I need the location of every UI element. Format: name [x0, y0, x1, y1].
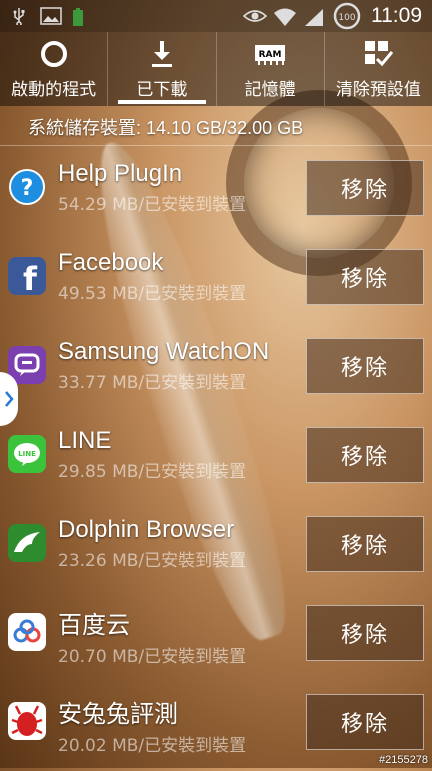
tab-label: 已下載 — [136, 79, 188, 100]
list-item[interactable]: f Facebook 49.53 MB/已安裝到裝置 移除 — [0, 237, 432, 326]
clear-defaults-icon — [362, 39, 394, 69]
list-item[interactable]: Dolphin Browser 23.26 MB/已安裝到裝置 移除 — [0, 504, 432, 593]
app-size: 49.53 MB/已安裝到裝置 — [58, 284, 247, 304]
battery-100-icon: 100 — [333, 2, 361, 30]
app-name: 安兔兔評測 — [58, 701, 178, 728]
list-item[interactable]: LINE LINE 29.85 MB/已安裝到裝置 移除 — [0, 415, 432, 504]
tab-memory[interactable]: RAM 記憶體 — [217, 32, 325, 106]
tab-clear-defaults[interactable]: 清除預設值 — [325, 32, 432, 106]
watermark: #2155278 — [379, 754, 428, 766]
dolphin-icon — [8, 524, 46, 562]
app-name: Help PlugIn — [58, 160, 183, 187]
usb-icon — [10, 7, 30, 27]
svg-text:f: f — [23, 260, 38, 295]
app-name: Dolphin Browser — [58, 516, 235, 543]
eye-icon — [242, 7, 268, 25]
svg-text:?: ? — [21, 176, 34, 201]
wifi-icon — [273, 7, 296, 26]
app-size: 20.02 MB/已安裝到裝置 — [58, 736, 247, 756]
list-item[interactable]: 百度云 20.70 MB/已安裝到裝置 移除 — [0, 593, 432, 682]
signal-icon — [303, 7, 323, 26]
app-size: 54.29 MB/已安裝到裝置 — [58, 195, 247, 215]
facebook-icon: f — [8, 257, 46, 295]
list-item[interactable]: 安兔兔評測 20.02 MB/已安裝到裝置 移除 — [0, 682, 432, 771]
battery-saver-icon — [70, 7, 90, 26]
remove-button[interactable]: 移除 — [306, 249, 424, 305]
app-list: ? Help PlugIn 54.29 MB/已安裝到裝置 移除 f Faceb… — [0, 148, 432, 771]
ram-icon: RAM — [252, 39, 288, 69]
remove-button[interactable]: 移除 — [306, 516, 424, 572]
help-plugin-icon: ? — [8, 168, 46, 206]
tab-label: 啟動的程式 — [11, 79, 97, 100]
app-size: 29.85 MB/已安裝到裝置 — [58, 462, 247, 482]
tab-label: 清除預設值 — [335, 79, 421, 100]
remove-button[interactable]: 移除 — [306, 694, 424, 750]
tab-running-apps[interactable]: 啟動的程式 — [0, 32, 109, 106]
app-name: LINE — [58, 427, 112, 454]
antutu-icon — [8, 702, 46, 740]
image-icon — [40, 7, 62, 25]
remove-button[interactable]: 移除 — [306, 427, 424, 483]
app-name: Facebook — [58, 249, 164, 276]
line-icon: LINE — [8, 435, 46, 473]
tab-bar: 啟動的程式 已下載 RAM 記憶體 清除預設值 — [0, 32, 432, 106]
chevron-right-icon — [5, 391, 14, 407]
battery-label: 100 — [338, 13, 355, 23]
tab-label: 記憶體 — [244, 79, 296, 100]
tab-downloaded[interactable]: 已下載 — [108, 32, 217, 106]
remove-button[interactable]: 移除 — [306, 605, 424, 661]
app-name: Samsung WatchON — [58, 338, 270, 365]
ram-icon-text: RAM — [259, 50, 282, 60]
list-item[interactable]: ? Help PlugIn 54.29 MB/已安裝到裝置 移除 — [0, 148, 432, 237]
clock: 11:09 — [371, 4, 422, 27]
app-size: 20.70 MB/已安裝到裝置 — [58, 647, 247, 667]
storage-summary: 系統儲存裝置: 14.10 GB/32.00 GB — [0, 108, 432, 146]
app-size: 33.77 MB/已安裝到裝置 — [58, 373, 247, 393]
remove-button[interactable]: 移除 — [306, 338, 424, 394]
remove-button[interactable]: 移除 — [306, 160, 424, 216]
app-name: 百度云 — [58, 612, 130, 639]
status-bar: 100 11:09 — [0, 0, 432, 32]
baidu-cloud-icon — [8, 613, 46, 651]
download-icon — [147, 39, 177, 69]
running-apps-icon — [39, 39, 69, 69]
list-item[interactable]: Samsung WatchON 33.77 MB/已安裝到裝置 移除 — [0, 326, 432, 415]
app-size: 23.26 MB/已安裝到裝置 — [58, 551, 247, 571]
svg-text:LINE: LINE — [18, 450, 36, 458]
